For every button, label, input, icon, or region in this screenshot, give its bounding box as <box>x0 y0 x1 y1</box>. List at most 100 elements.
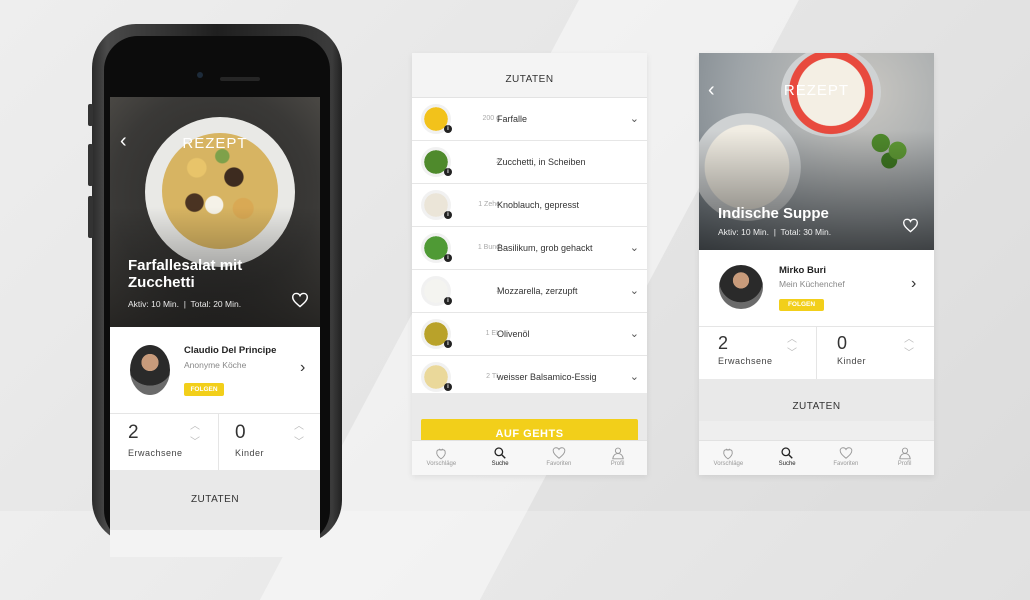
info-icon[interactable]: i <box>444 254 452 262</box>
ingredients-header: ZUTATEN <box>412 53 647 98</box>
tab-bar: Vorschläge Suche Favoriten Profil <box>699 440 934 475</box>
strawberry-icon <box>436 448 447 460</box>
children-decrement-button[interactable]: ﹀ <box>904 349 914 359</box>
ingredient-row[interactable]: i 1 Bund Basilikum, grob gehackt ⌄ <box>412 227 647 270</box>
tab-profil[interactable]: Profil <box>875 441 934 467</box>
ingredient-row[interactable]: i 1 Mozzarella, zerzupft ⌄ <box>412 270 647 313</box>
ingredient-list: i 200 g Farfalle ⌄ i 2 Zucchetti, in Scheiben i… <box>412 98 647 399</box>
recipe-screen-farfalle: ‹ REZEPT Farfallesalat mit Zucchetti Akt… <box>110 97 320 557</box>
tab-label: Vorschläge <box>426 461 457 467</box>
search-icon <box>494 447 506 459</box>
children-count: 0 <box>235 422 246 443</box>
children-count: 0 <box>837 333 848 353</box>
chef-avatar <box>130 345 170 395</box>
phone-frame: ‹ REZEPT Farfallesalat mit Zucchetti Akt… <box>88 24 342 557</box>
adults-count: 2 <box>128 422 139 443</box>
ingredient-row: i 1 Zehe Knoblauch, gepresst <box>412 184 647 227</box>
chef-row[interactable]: Mirko Buri Mein Küchenchef FOLGEN › <box>699 250 934 326</box>
strawberry-icon <box>723 448 734 460</box>
tab-profil[interactable]: Profil <box>588 441 647 467</box>
header-title: REZEPT <box>783 82 850 99</box>
ingredient-quantity: 1 <box>496 287 500 294</box>
tab-favoriten[interactable]: Favoriten <box>817 441 876 467</box>
recipe-hero-image: ‹ REZEPT Farfallesalat mit Zucchetti Akt… <box>110 97 320 327</box>
chevron-down-icon[interactable]: ⌄ <box>630 270 639 312</box>
tab-label: Profil <box>897 461 912 467</box>
ingredient-name: weisser Balsamico-Essig <box>497 372 597 382</box>
chevron-down-icon[interactable]: ⌄ <box>630 313 639 355</box>
children-increment-button[interactable]: ︿ <box>294 422 304 432</box>
earpiece-speaker <box>220 77 260 81</box>
volume-up-button <box>88 144 93 186</box>
info-icon[interactable]: i <box>444 297 452 305</box>
children-increment-button[interactable]: ︿ <box>904 335 914 345</box>
ingredient-quantity: 200 g <box>482 115 500 122</box>
recipe-time: Aktiv: 10 Min. | Total: 20 Min. <box>128 299 242 309</box>
tab-suche[interactable]: Suche <box>758 441 817 467</box>
chevron-down-icon[interactable]: ⌄ <box>630 227 639 269</box>
adults-increment-button[interactable]: ︿ <box>190 422 200 432</box>
heart-icon <box>552 447 566 459</box>
ingredient-row[interactable]: i 1 EL Olivenöl ⌄ <box>412 313 647 356</box>
tab-vorschlaege[interactable]: Vorschläge <box>699 441 758 467</box>
favorite-heart-icon[interactable] <box>902 218 919 233</box>
info-icon[interactable]: i <box>444 211 452 219</box>
recipe-title: Indische Suppe <box>718 205 829 222</box>
info-icon[interactable]: i <box>444 168 452 176</box>
tab-vorschlaege[interactable]: Vorschläge <box>412 441 471 467</box>
children-label: Kinder <box>837 356 867 366</box>
adults-decrement-button[interactable]: ﹀ <box>787 349 797 359</box>
info-icon[interactable]: i <box>444 340 452 348</box>
ingredient-name: Olivenöl <box>497 329 530 339</box>
chef-name: Mirko Buri <box>779 265 826 276</box>
tab-favoriten[interactable]: Favoriten <box>530 441 589 467</box>
chevron-right-icon[interactable]: › <box>300 359 305 377</box>
servings-row: 2 Erwachsene ︿ ﹀ 0 Kinder ︿ ﹀ <box>110 413 320 470</box>
tab-label: Favoriten <box>833 461 859 467</box>
ingredients-section-header: ZUTATEN <box>110 470 320 530</box>
info-icon[interactable]: i <box>444 125 452 133</box>
volume-down-button <box>88 196 93 238</box>
ingredients-section-header: ZUTATEN <box>699 379 934 421</box>
ingredient-name: Zucchetti, in Scheiben <box>497 157 586 167</box>
favorite-heart-icon[interactable] <box>291 292 309 308</box>
front-camera <box>197 72 203 78</box>
ingredients-screen: ZUTATEN i 200 g Farfalle ⌄ i 2 Zucchetti, in S… <box>412 53 647 475</box>
follow-button[interactable]: FOLGEN <box>779 299 824 311</box>
tab-label: Profil <box>610 461 625 467</box>
children-decrement-button[interactable]: ﹀ <box>294 438 304 448</box>
chef-row[interactable]: Claudio Del Principe Anonyme Köche FOLGE… <box>110 327 320 413</box>
recipe-screen-suppe: ‹ REZEPT Indische Suppe Aktiv: 10 Min. |… <box>699 53 934 475</box>
info-icon[interactable]: i <box>444 383 452 391</box>
ingredient-name: Knoblauch, gepresst <box>497 200 580 210</box>
tab-label: Favoriten <box>546 461 572 467</box>
ingredient-name: Farfalle <box>497 114 528 124</box>
chevron-right-icon[interactable]: › <box>911 275 916 293</box>
servings-children: 0 Kinder ︿ ﹀ <box>817 327 934 379</box>
adults-count: 2 <box>718 333 729 353</box>
chevron-down-icon[interactable]: ⌄ <box>630 356 639 398</box>
chevron-down-icon[interactable]: ⌄ <box>630 98 639 140</box>
ingredient-name: Mozzarella, zerzupft <box>497 286 578 296</box>
follow-button[interactable]: FOLGEN <box>184 383 224 396</box>
chef-name: Claudio Del Principe <box>184 345 277 356</box>
search-icon <box>781 447 793 459</box>
ingredient-quantity: 1 EL <box>485 330 500 337</box>
ingredient-quantity: 2 TL <box>486 373 500 380</box>
tab-label: Suche <box>491 461 509 467</box>
tab-suche[interactable]: Suche <box>471 441 530 467</box>
tab-label: Suche <box>778 461 796 467</box>
ingredient-name: Basilikum, grob gehackt <box>497 243 593 253</box>
ingredient-row[interactable]: i 200 g Farfalle ⌄ <box>412 98 647 141</box>
ingredient-quantity: 1 Zehe <box>478 201 500 208</box>
children-label: Kinder <box>235 448 265 458</box>
servings-adults: 2 Erwachsene ︿ ﹀ <box>110 414 218 470</box>
tab-bar: Vorschläge Suche Favoriten Profil <box>412 440 647 475</box>
recipe-time: Aktiv: 10 Min. | Total: 30 Min. <box>718 227 832 237</box>
adults-increment-button[interactable]: ︿ <box>787 335 797 345</box>
heart-icon <box>839 447 853 459</box>
adults-decrement-button[interactable]: ﹀ <box>190 438 200 448</box>
mute-switch <box>88 104 93 126</box>
ingredient-quantity: 2 <box>496 158 500 165</box>
recipe-hero-image: ‹ REZEPT Indische Suppe Aktiv: 10 Min. |… <box>699 53 934 250</box>
